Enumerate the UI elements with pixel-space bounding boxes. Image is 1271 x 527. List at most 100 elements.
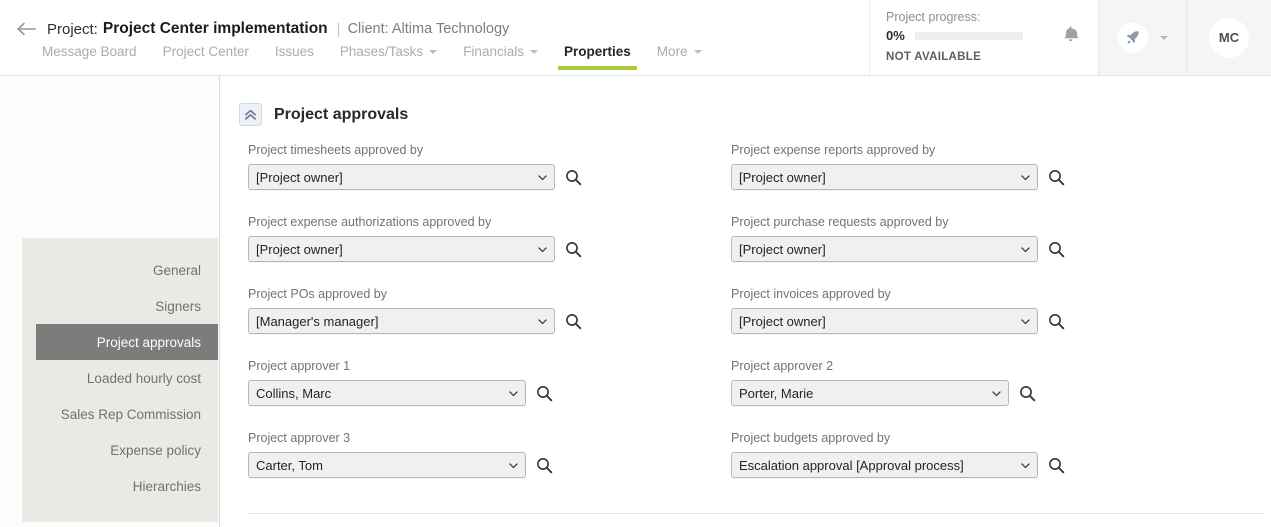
field-control: Escalation approval [Approval process] bbox=[731, 452, 1065, 478]
sidebar-item-label: Loaded hourly cost bbox=[86, 370, 201, 386]
chevrons-up-icon[interactable] bbox=[239, 103, 262, 126]
back-arrow-icon[interactable] bbox=[16, 18, 38, 40]
select-value: Carter, Tom bbox=[256, 457, 323, 473]
section-divider bbox=[248, 513, 1265, 514]
form-row: Project timesheets approved by [Project … bbox=[220, 142, 1271, 214]
chevron-down-icon bbox=[1021, 175, 1030, 181]
field-project-approver-3: Project approver 3 Carter, Tom bbox=[248, 430, 553, 478]
search-magnifier-icon[interactable] bbox=[1047, 240, 1065, 258]
search-magnifier-icon[interactable] bbox=[564, 312, 582, 330]
select-project-approver-2[interactable]: Porter, Marie bbox=[731, 380, 1009, 406]
body-area: General Signers Project approvals Loaded… bbox=[0, 76, 1271, 527]
form-row: Project approver 3 Carter, Tom Project b… bbox=[220, 430, 1271, 502]
sidebar-item-label: General bbox=[152, 262, 201, 278]
search-magnifier-icon[interactable] bbox=[1018, 384, 1036, 402]
tab-issues[interactable]: Issues bbox=[275, 44, 314, 70]
field-control: Porter, Marie bbox=[731, 380, 1036, 406]
tab-label: Issues bbox=[274, 44, 314, 59]
select-project-invoices-approved-by[interactable]: [Project owner] bbox=[731, 308, 1038, 334]
field-project-timesheets-approved-by: Project timesheets approved by [Project … bbox=[248, 142, 582, 190]
field-label: Project expense authorizations approved … bbox=[248, 215, 492, 229]
progress-status-text: NOT AVAILABLE bbox=[886, 51, 982, 63]
tab-label: Message Board bbox=[42, 44, 137, 59]
field-label: Project purchase requests approved by bbox=[731, 215, 949, 229]
sidebar-item-sales-rep-commission[interactable]: Sales Rep Commission bbox=[22, 396, 218, 432]
progress-label: Project progress: bbox=[886, 10, 981, 24]
select-project-approver-3[interactable]: Carter, Tom bbox=[248, 452, 526, 478]
chevron-down-icon bbox=[538, 247, 547, 253]
tab-properties[interactable]: Properties bbox=[557, 44, 637, 70]
field-control: [Project owner] bbox=[731, 236, 1065, 262]
notifications-button[interactable] bbox=[1042, 0, 1098, 75]
chevron-down-icon bbox=[693, 49, 702, 54]
select-value: [Project owner] bbox=[739, 241, 826, 257]
chevron-down-icon bbox=[992, 391, 1001, 397]
chevron-down-icon[interactable] bbox=[1159, 35, 1168, 40]
chevron-down-icon bbox=[509, 463, 518, 469]
chevron-down-icon bbox=[538, 175, 547, 181]
sidebar-item-signers[interactable]: Signers bbox=[22, 288, 218, 324]
field-label: Project approver 3 bbox=[248, 431, 351, 445]
properties-sidenav: General Signers Project approvals Loaded… bbox=[22, 238, 218, 522]
field-control: [Manager's manager] bbox=[248, 308, 582, 334]
breadcrumb-prefix: Project: bbox=[47, 20, 98, 38]
select-value: Collins, Marc bbox=[256, 385, 332, 401]
user-panel: MC bbox=[1186, 0, 1271, 75]
select-value: Porter, Marie bbox=[739, 385, 814, 401]
left-rail: General Signers Project approvals Loaded… bbox=[0, 76, 220, 527]
sidebar-item-hierarchies[interactable]: Hierarchies bbox=[22, 468, 218, 504]
sidebar-item-project-approvals[interactable]: Project approvals bbox=[36, 324, 218, 360]
notification-bell-icon bbox=[1062, 25, 1079, 50]
search-magnifier-icon[interactable] bbox=[1047, 168, 1065, 186]
form-row: Project POs approved by [Manager's manag… bbox=[220, 286, 1271, 358]
select-project-expense-authorizations-approved-by[interactable]: [Project owner] bbox=[248, 236, 555, 262]
tab-project-center[interactable]: Project Center bbox=[163, 44, 249, 70]
tab-financials[interactable]: Financials bbox=[463, 44, 538, 70]
sidebar-item-expense-policy[interactable]: Expense policy bbox=[22, 432, 218, 468]
form-row: Project expense authorizations approved … bbox=[220, 214, 1271, 286]
sidebar-item-label: Sales Rep Commission bbox=[60, 406, 201, 422]
sidebar-item-label: Signers bbox=[155, 298, 201, 314]
sidebar-item-label: Expense policy bbox=[110, 442, 201, 458]
search-magnifier-icon[interactable] bbox=[1047, 312, 1065, 330]
section-title: Project approvals bbox=[274, 105, 409, 123]
rocket-icon[interactable] bbox=[1117, 22, 1148, 53]
field-project-purchase-requests-approved-by: Project purchase requests approved by [P… bbox=[731, 214, 1065, 262]
search-magnifier-icon[interactable] bbox=[564, 240, 582, 258]
main-tabs: Message Board Project Center Issues Phas… bbox=[42, 44, 728, 76]
chevron-down-icon bbox=[509, 391, 518, 397]
sidebar-item-label: Hierarchies bbox=[132, 478, 201, 494]
field-control: [Project owner] bbox=[731, 164, 1065, 190]
select-project-budgets-approved-by[interactable]: Escalation approval [Approval process] bbox=[731, 452, 1038, 478]
field-control: Collins, Marc bbox=[248, 380, 553, 406]
search-magnifier-icon[interactable] bbox=[564, 168, 582, 186]
field-label: Project approver 2 bbox=[731, 359, 834, 373]
field-label: Project approver 1 bbox=[248, 359, 351, 373]
tab-label: Financials bbox=[463, 44, 524, 59]
tab-more[interactable]: More bbox=[657, 44, 702, 70]
tab-label: Properties bbox=[563, 44, 631, 59]
select-project-purchase-requests-approved-by[interactable]: [Project owner] bbox=[731, 236, 1038, 262]
tab-label: Project Center bbox=[162, 44, 249, 59]
tab-label: More bbox=[656, 44, 688, 59]
search-magnifier-icon[interactable] bbox=[535, 456, 553, 474]
tab-phases-tasks[interactable]: Phases/Tasks bbox=[340, 44, 438, 70]
field-control: [Project owner] bbox=[248, 236, 582, 262]
field-control: Carter, Tom bbox=[248, 452, 553, 478]
chevron-down-icon bbox=[1021, 319, 1030, 325]
search-magnifier-icon[interactable] bbox=[535, 384, 553, 402]
form-row: Project approver 1 Collins, Marc Project… bbox=[220, 358, 1271, 430]
select-project-pos-approved-by[interactable]: [Manager's manager] bbox=[248, 308, 555, 334]
avatar[interactable]: MC bbox=[1209, 17, 1249, 58]
tab-message-board[interactable]: Message Board bbox=[42, 44, 137, 70]
chevron-down-icon bbox=[1021, 463, 1030, 469]
search-magnifier-icon[interactable] bbox=[1047, 456, 1065, 474]
select-project-timesheets-approved-by[interactable]: [Project owner] bbox=[248, 164, 555, 190]
select-project-expense-reports-approved-by[interactable]: [Project owner] bbox=[731, 164, 1038, 190]
field-project-invoices-approved-by: Project invoices approved by [Project ow… bbox=[731, 286, 1065, 334]
sidebar-item-general[interactable]: General bbox=[22, 252, 218, 288]
chevron-down-icon bbox=[429, 49, 438, 54]
sidebar-item-loaded-hourly-cost[interactable]: Loaded hourly cost bbox=[22, 360, 218, 396]
field-control: [Project owner] bbox=[248, 164, 582, 190]
select-project-approver-1[interactable]: Collins, Marc bbox=[248, 380, 526, 406]
